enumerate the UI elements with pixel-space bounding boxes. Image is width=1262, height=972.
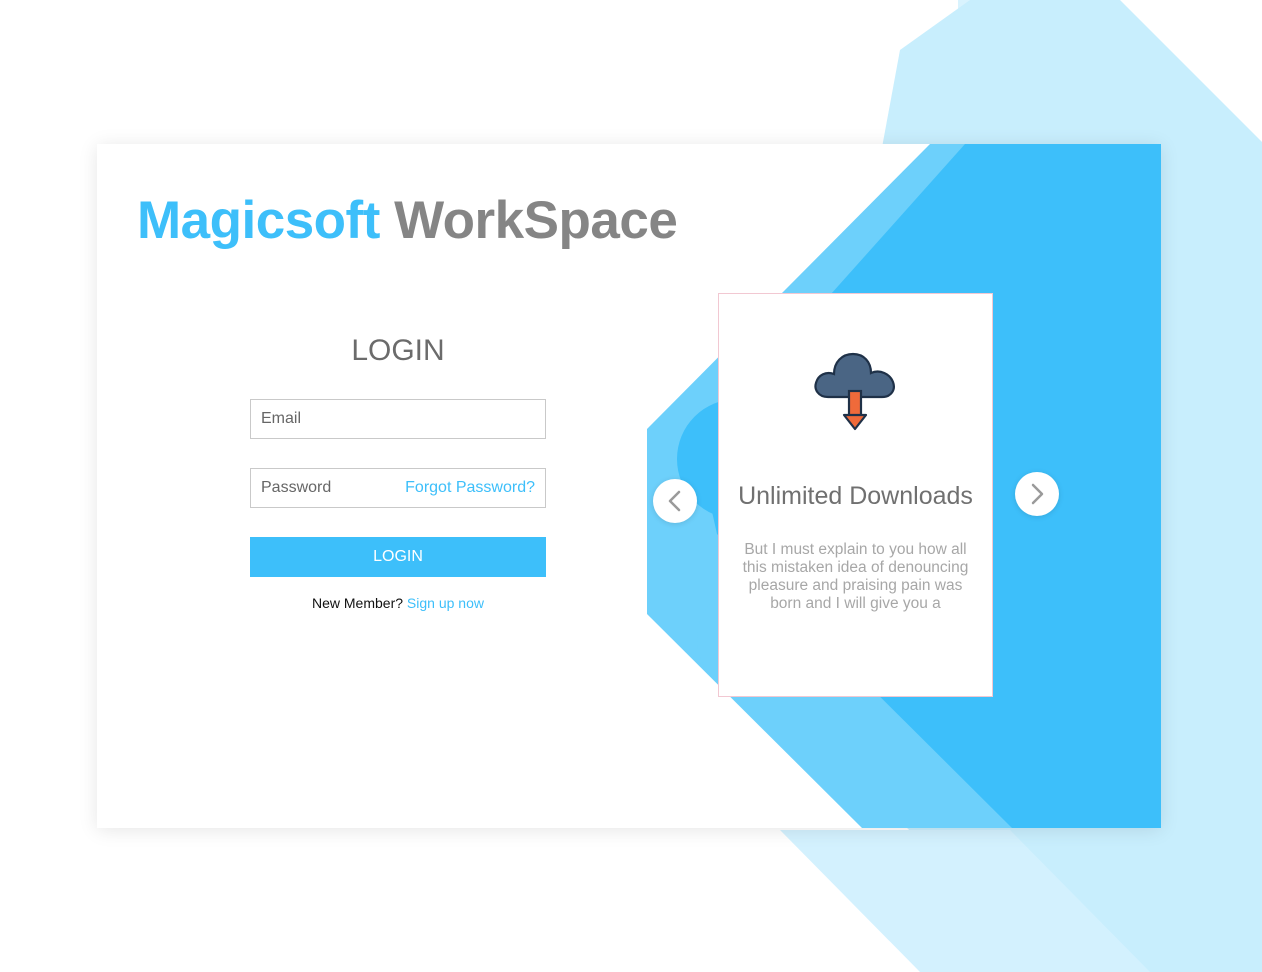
email-input[interactable] bbox=[251, 400, 545, 438]
brand-title: Magicsoft WorkSpace bbox=[137, 190, 678, 251]
new-member-text: New Member? bbox=[312, 595, 404, 611]
brand-name-primary: Magicsoft bbox=[137, 191, 380, 250]
forgot-password-link[interactable]: Forgot Password? bbox=[405, 479, 535, 497]
feature-card: Unlimited Downloads But I must explain t… bbox=[718, 293, 993, 697]
login-card: Magicsoft WorkSpace LOGIN Forgot Passwor… bbox=[97, 144, 1161, 828]
carousel-next-button[interactable] bbox=[1015, 472, 1059, 516]
login-heading: LOGIN bbox=[351, 334, 445, 367]
feature-title: Unlimited Downloads bbox=[738, 482, 973, 510]
page-background: Magicsoft WorkSpace LOGIN Forgot Passwor… bbox=[0, 0, 1262, 972]
password-field[interactable]: Forgot Password? bbox=[250, 468, 546, 508]
email-field[interactable] bbox=[250, 399, 546, 439]
cloud-download-icon bbox=[814, 352, 895, 431]
feature-description: But I must explain to you how all this m… bbox=[742, 541, 969, 612]
login-button[interactable]: LOGIN bbox=[250, 537, 546, 577]
chevron-right-icon bbox=[1031, 483, 1044, 505]
brand-name-secondary: WorkSpace bbox=[394, 191, 678, 250]
signup-row: New Member? Sign up now bbox=[250, 595, 546, 611]
signup-link[interactable]: Sign up now bbox=[407, 595, 484, 611]
carousel-prev-button[interactable] bbox=[653, 479, 697, 523]
chevron-left-icon bbox=[668, 490, 681, 512]
